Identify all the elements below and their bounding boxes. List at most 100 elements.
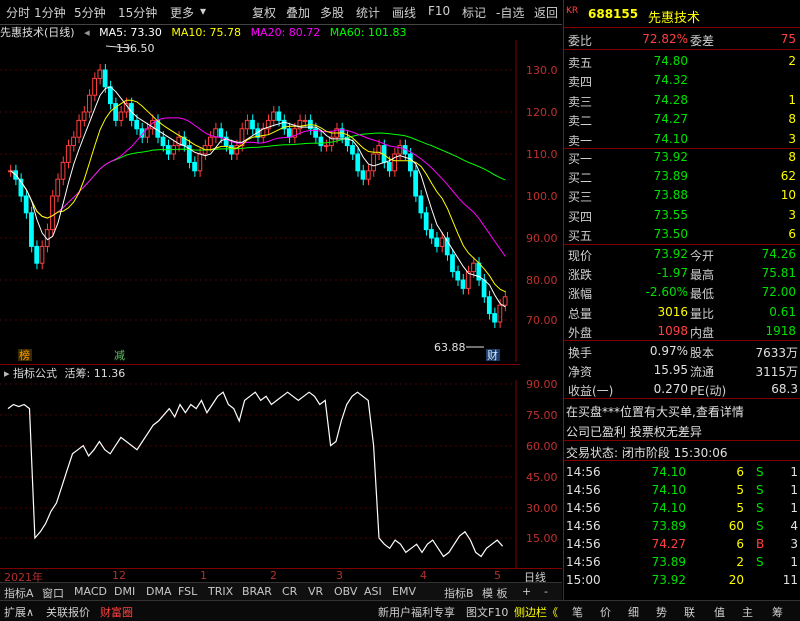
candle-body [492, 313, 497, 323]
toolbar-1min[interactable]: 1分钟 [34, 4, 66, 21]
ma5-label: MA5: 73.30 [99, 26, 162, 39]
tab-cr[interactable]: CR [282, 585, 297, 598]
news-line-2[interactable]: 公司已盈利 投票权无差异 [564, 420, 800, 440]
toolbar-biaoji[interactable]: 标记 [462, 4, 486, 21]
tab-dmi[interactable]: DMI [114, 585, 135, 598]
new-user-promo[interactable]: 新用户福利专享 [378, 604, 455, 620]
sidebar-toggle[interactable]: 侧边栏《 [514, 604, 558, 620]
quote-header: KR 688155 先惠技术 [564, 2, 800, 26]
tab-trix[interactable]: TRIX [208, 585, 233, 598]
tab-remove[interactable]: - [544, 585, 548, 598]
candle-body [323, 145, 329, 148]
tab-macd[interactable]: MACD [74, 585, 107, 598]
tab-indicator-a[interactable]: 指标A [4, 585, 34, 601]
toolbar-more[interactable]: 更多 [170, 4, 194, 21]
indicator-value: 活筹: 11.36 [64, 367, 126, 380]
toolbar-tongji[interactable]: 统计 [356, 4, 380, 21]
panel-tab-xi[interactable]: 细 [628, 604, 639, 620]
tick-row: 14:56 74.10 5 S 1 [564, 480, 800, 500]
candlestick-chart[interactable]: 136.50 63.88 榜 减 财 130.0 120.0 110.0 100.0 9… [0, 40, 562, 362]
toolbar-15min[interactable]: 15分钟 [118, 4, 157, 21]
tab-dma[interactable]: DMA [146, 585, 172, 598]
candle-body [439, 237, 445, 247]
toolbar-back[interactable]: 返回 [534, 4, 558, 21]
toolbar-fenshi[interactable]: 分时 [6, 4, 30, 21]
stat-value-2: 0.61 [769, 304, 796, 319]
buy-price: 73.88 [653, 188, 688, 203]
toolbar-diejia[interactable]: 叠加 [286, 4, 310, 21]
candle-body [450, 254, 455, 273]
buy-row[interactable]: 买三 73.88 10 [564, 185, 800, 205]
tab-obv[interactable]: OBV [334, 585, 357, 598]
stat-row: 涨跌 -1.97 最高 75.81 [564, 263, 800, 283]
tab-add[interactable]: + [522, 585, 531, 598]
candle-body [418, 195, 424, 214]
tab-brar[interactable]: BRAR [242, 585, 272, 598]
toolbar-zixuan[interactable]: -自选 [496, 4, 524, 21]
finance-value-2: 68.3 [771, 382, 798, 396]
toolbar-huaxian[interactable]: 画线 [392, 4, 416, 21]
tick-time: 14:56 [566, 483, 601, 497]
tab-vr[interactable]: VR [308, 585, 323, 598]
expand-button[interactable]: 扩展∧ [4, 604, 34, 620]
finance-value-1: 0.270 [653, 382, 688, 396]
wealth-circle-button[interactable]: 财富圈 [100, 604, 133, 620]
sell-row[interactable]: 卖二 74.27 8 [564, 109, 800, 129]
badge-right[interactable]: 财 [487, 348, 498, 362]
buy-row[interactable]: 买一 73.92 8 [564, 147, 800, 167]
sell-row[interactable]: 卖一 74.10 3 [564, 129, 800, 149]
indicator-name[interactable]: 指标公式 [13, 367, 57, 380]
sell-row[interactable]: 卖五 74.80 2 [564, 51, 800, 71]
tick-side: S [756, 555, 764, 569]
tick-count: 1 [790, 483, 798, 497]
collapse-icon[interactable]: ◂ [84, 26, 90, 39]
badge-mid[interactable]: 减 [114, 349, 125, 362]
tab-emv[interactable]: EMV [392, 585, 416, 598]
panel-tab-chou[interactable]: 筹 [772, 604, 783, 620]
finance-label-2: PE(动) [690, 384, 727, 398]
tab-window[interactable]: 窗口 [42, 585, 64, 601]
news-line-1[interactable]: 在买盘***位置有大买单,查看详情 [564, 400, 800, 420]
f10-button[interactable]: 图文F10 [466, 604, 508, 620]
ma-legend: 先惠技术(日线) ◂ MA5: 73.30 MA10: 75.78 MA20: … [0, 24, 520, 40]
buy-row[interactable]: 买二 73.89 62 [564, 166, 800, 186]
panel-tab-jia[interactable]: 价 [600, 604, 611, 620]
indicator-tabs: 指标A 窗口 MACD DMI DMA FSL TRIX BRAR CR VR … [0, 582, 562, 601]
sell-volume: 2 [788, 54, 796, 68]
panel-tab-shi[interactable]: 势 [656, 604, 667, 620]
ma60-label: MA60: 101.83 [329, 26, 407, 39]
buy-row[interactable]: 买五 73.50 6 [564, 224, 800, 244]
sell-price: 74.32 [653, 73, 688, 88]
badge-left[interactable]: 榜 [19, 348, 30, 362]
panel-tab-zhu[interactable]: 主 [742, 604, 753, 620]
date-label-5: 5 [494, 569, 501, 582]
panel-tab-zhi[interactable]: 值 [714, 604, 725, 620]
tab-template[interactable]: 模 板 [482, 585, 508, 601]
indicator-chart[interactable]: 90.00 75.00 60.00 45.00 30.00 15.00 [0, 380, 562, 568]
tab-fsl[interactable]: FSL [178, 585, 197, 598]
related-quotes-button[interactable]: 关联报价 [46, 604, 90, 620]
buy-row[interactable]: 买四 73.55 3 [564, 205, 800, 225]
indicator-tick: 45.00 [526, 471, 558, 484]
sell-row[interactable]: 卖四 74.32 [564, 70, 800, 90]
tab-indicator-b[interactable]: 指标B [444, 585, 474, 601]
toolbar-5min[interactable]: 5分钟 [74, 4, 106, 21]
tab-asi[interactable]: ASI [364, 585, 382, 598]
panel-tab-bi[interactable]: 笔 [572, 604, 583, 620]
tick-row: 14:56 73.89 2 S 1 [564, 552, 800, 572]
candle-body [413, 170, 419, 197]
tick-price: 74.10 [651, 465, 686, 479]
sell-price: 74.80 [653, 54, 688, 68]
news-text-1[interactable]: 在买盘***位置有大买单,查看详情 [566, 403, 744, 420]
toolbar-duogu[interactable]: 多股 [320, 4, 344, 21]
news-text-2[interactable]: 公司已盈利 投票权无差异 [566, 423, 702, 440]
stat-label-2: 最高 [690, 268, 715, 283]
price-tick: 100.0 [526, 190, 558, 203]
chevron-down-icon[interactable]: ▾ [200, 4, 206, 18]
panel-tab-lian[interactable]: 联 [684, 604, 695, 620]
toolbar-fuquan[interactable]: 复权 [252, 4, 276, 21]
toolbar-f10[interactable]: F10 [428, 4, 450, 18]
sell-row[interactable]: 卖三 74.28 1 [564, 90, 800, 110]
indicator-menu-icon[interactable]: ▸ [4, 367, 10, 380]
tick-row: 14:56 74.10 6 S 1 [564, 462, 800, 482]
